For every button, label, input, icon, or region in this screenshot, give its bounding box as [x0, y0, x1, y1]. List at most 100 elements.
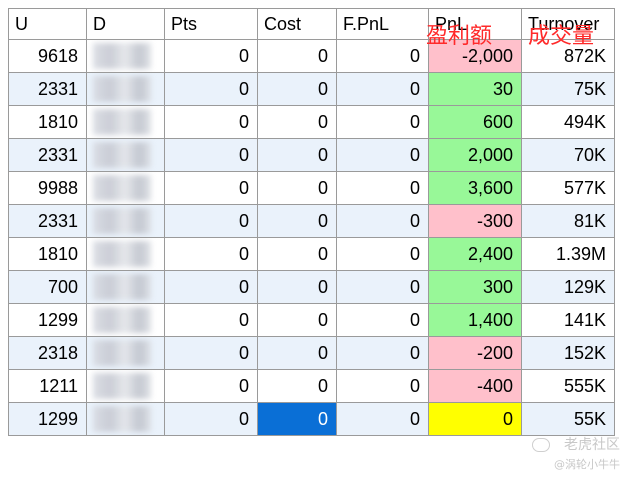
cell-cost[interactable]: 0	[257, 303, 337, 337]
cell-turnover[interactable]: 81K	[521, 204, 615, 238]
cell-pnl[interactable]: 2,000	[428, 138, 522, 172]
cell-fpnl[interactable]: 0	[336, 72, 429, 106]
table-row[interactable]: 1211 0 0 0 -400 555K	[8, 369, 615, 403]
table-row[interactable]: 9988 0 0 0 3,600 577K	[8, 171, 615, 205]
table-row[interactable]: 2331 0 0 0 -300 81K	[8, 204, 615, 238]
cell-cost[interactable]: 0	[257, 72, 337, 106]
cell-u[interactable]: 1299	[8, 402, 87, 436]
cell-turnover[interactable]: 152K	[521, 336, 615, 370]
cell-turnover[interactable]: 1.39M	[521, 237, 615, 271]
cell-turnover[interactable]: 141K	[521, 303, 615, 337]
cell-fpnl[interactable]: 0	[336, 204, 429, 238]
cell-pnl[interactable]: 3,600	[428, 171, 522, 205]
cell-pnl[interactable]: 600	[428, 105, 522, 139]
cell-d-redacted[interactable]	[86, 105, 165, 139]
cell-cost[interactable]: 0	[257, 171, 337, 205]
cell-d-redacted[interactable]	[86, 402, 165, 436]
cell-turnover[interactable]: 555K	[521, 369, 615, 403]
cell-pts[interactable]: 0	[164, 237, 258, 271]
cell-turnover[interactable]: 55K	[521, 402, 615, 436]
cell-turnover[interactable]: 494K	[521, 105, 615, 139]
cell-cost[interactable]: 0	[257, 336, 337, 370]
cell-u[interactable]: 2331	[8, 204, 87, 238]
cell-fpnl[interactable]: 0	[336, 402, 429, 436]
cell-d-redacted[interactable]	[86, 270, 165, 304]
table-row[interactable]: 1299 0 0 0 0 55K	[8, 402, 615, 436]
redaction-blur	[93, 307, 151, 333]
cell-u[interactable]: 1810	[8, 105, 87, 139]
cell-cost[interactable]: 0	[257, 237, 337, 271]
cell-pts[interactable]: 0	[164, 105, 258, 139]
cell-fpnl[interactable]: 0	[336, 270, 429, 304]
cell-fpnl[interactable]: 0	[336, 171, 429, 205]
cell-cost[interactable]: 0	[257, 402, 337, 436]
cell-d-redacted[interactable]	[86, 72, 165, 106]
table-row[interactable]: 9618 0 0 0 -2,000 872K	[8, 39, 615, 73]
table-row[interactable]: 1810 0 0 0 2,400 1.39M	[8, 237, 615, 271]
cell-pts[interactable]: 0	[164, 270, 258, 304]
table-row[interactable]: 1810 0 0 0 600 494K	[8, 105, 615, 139]
cell-u[interactable]: 1211	[8, 369, 87, 403]
cell-fpnl[interactable]: 0	[336, 39, 429, 73]
cell-d-redacted[interactable]	[86, 336, 165, 370]
cell-fpnl[interactable]: 0	[336, 105, 429, 139]
cell-turnover[interactable]: 75K	[521, 72, 615, 106]
cell-cost[interactable]: 0	[257, 369, 337, 403]
cell-d-redacted[interactable]	[86, 204, 165, 238]
cell-cost[interactable]: 0	[257, 204, 337, 238]
cell-d-redacted[interactable]	[86, 237, 165, 271]
cell-fpnl[interactable]: 0	[336, 138, 429, 172]
cell-pts[interactable]: 0	[164, 336, 258, 370]
cell-cost[interactable]: 0	[257, 138, 337, 172]
cell-d-redacted[interactable]	[86, 39, 165, 73]
cell-pnl[interactable]: 30	[428, 72, 522, 106]
column-header-d[interactable]: D	[86, 8, 165, 40]
cell-pts[interactable]: 0	[164, 402, 258, 436]
cell-d-redacted[interactable]	[86, 138, 165, 172]
cell-turnover[interactable]: 129K	[521, 270, 615, 304]
cell-cost[interactable]: 0	[257, 105, 337, 139]
cell-pnl[interactable]: -300	[428, 204, 522, 238]
cell-pnl[interactable]: 0	[428, 402, 522, 436]
cell-u[interactable]: 2318	[8, 336, 87, 370]
cell-fpnl[interactable]: 0	[336, 303, 429, 337]
cell-u[interactable]: 9618	[8, 39, 87, 73]
column-header-u[interactable]: U	[8, 8, 87, 40]
table-row[interactable]: 2331 0 0 0 30 75K	[8, 72, 615, 106]
cell-d-redacted[interactable]	[86, 171, 165, 205]
cell-pts[interactable]: 0	[164, 72, 258, 106]
cell-fpnl[interactable]: 0	[336, 336, 429, 370]
cell-u[interactable]: 9988	[8, 171, 87, 205]
cell-cost[interactable]: 0	[257, 39, 337, 73]
cell-pts[interactable]: 0	[164, 171, 258, 205]
table-row[interactable]: 1299 0 0 0 1,400 141K	[8, 303, 615, 337]
cell-u[interactable]: 2331	[8, 72, 87, 106]
cell-pnl[interactable]: -400	[428, 369, 522, 403]
cell-d-redacted[interactable]	[86, 369, 165, 403]
cell-u[interactable]: 700	[8, 270, 87, 304]
cell-pts[interactable]: 0	[164, 138, 258, 172]
cell-pnl[interactable]: 300	[428, 270, 522, 304]
cell-pts[interactable]: 0	[164, 369, 258, 403]
cell-pnl[interactable]: 2,400	[428, 237, 522, 271]
cell-pnl[interactable]: 1,400	[428, 303, 522, 337]
column-header-fpnl[interactable]: F.PnL	[336, 8, 429, 40]
column-header-cost[interactable]: Cost	[257, 8, 337, 40]
cell-fpnl[interactable]: 0	[336, 237, 429, 271]
table-row[interactable]: 2318 0 0 0 -200 152K	[8, 336, 615, 370]
cell-pts[interactable]: 0	[164, 39, 258, 73]
cell-u[interactable]: 1810	[8, 237, 87, 271]
cell-pts[interactable]: 0	[164, 204, 258, 238]
column-header-pts[interactable]: Pts	[164, 8, 258, 40]
cell-u[interactable]: 1299	[8, 303, 87, 337]
cell-turnover[interactable]: 577K	[521, 171, 615, 205]
cell-u[interactable]: 2331	[8, 138, 87, 172]
cell-turnover[interactable]: 70K	[521, 138, 615, 172]
table-row[interactable]: 2331 0 0 0 2,000 70K	[8, 138, 615, 172]
cell-pnl[interactable]: -200	[428, 336, 522, 370]
cell-fpnl[interactable]: 0	[336, 369, 429, 403]
cell-d-redacted[interactable]	[86, 303, 165, 337]
table-row[interactable]: 700 0 0 0 300 129K	[8, 270, 615, 304]
cell-cost[interactable]: 0	[257, 270, 337, 304]
cell-pts[interactable]: 0	[164, 303, 258, 337]
